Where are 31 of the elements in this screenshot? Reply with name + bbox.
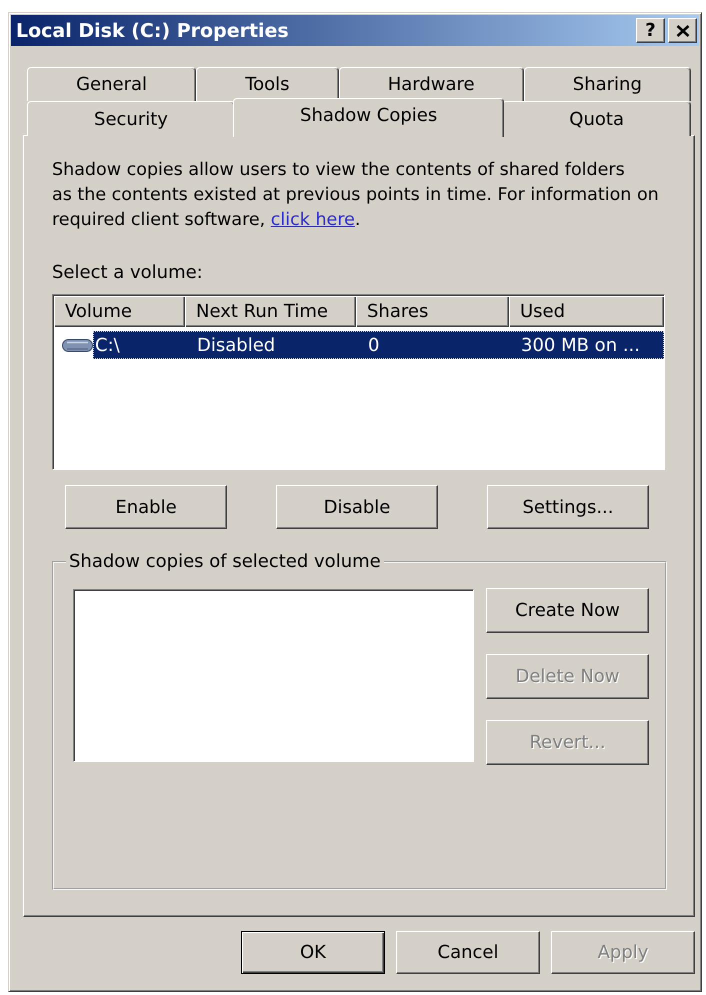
description-text: Shadow copies allow users to view the contents of shared folders as the contents existed at previous points in time. For information on required client software, click here. [52, 159, 659, 232]
group-box-label: Shadow copies of selected volume [68, 551, 382, 573]
column-header[interactable]: Volume [54, 296, 185, 327]
settings-button[interactable]: Settings... [487, 485, 649, 529]
volume-row[interactable]: C:\ Disabled 0 300 MB on ... [93, 331, 664, 359]
close-button[interactable] [668, 18, 697, 43]
ok-button[interactable]: OK [241, 931, 385, 974]
drive-icon [62, 336, 93, 354]
table-cell-text: 0 [367, 334, 380, 356]
tab[interactable]: Quota [502, 101, 692, 136]
table-cell-text: Disabled [196, 334, 276, 356]
window-title: Local Disk (C:) Properties [16, 20, 289, 42]
create-now-button[interactable]: Create Now [486, 588, 649, 633]
cancel-button[interactable]: Cancel [396, 931, 540, 974]
column-header[interactable]: Next Run Time [185, 296, 356, 327]
help-link[interactable]: click here [270, 210, 355, 230]
tab[interactable]: Shadow Copies [232, 98, 504, 137]
tab[interactable]: Security [27, 101, 235, 136]
table-cell-text: C:\ [94, 334, 121, 356]
tab[interactable]: Sharing [524, 67, 691, 101]
tab[interactable]: Hardware [338, 67, 524, 101]
disable-button[interactable]: Disable [276, 485, 438, 529]
enable-button[interactable]: Enable [65, 485, 227, 529]
volume-list-label: Select a volume: [52, 262, 203, 284]
tab[interactable]: Tools [196, 67, 339, 101]
close-icon [676, 24, 690, 36]
help-button[interactable]: ? [636, 18, 665, 43]
table-cell-text: 300 MB on ... [520, 334, 641, 356]
column-header[interactable]: Shares [356, 296, 509, 327]
column-header[interactable]: Used [509, 296, 664, 327]
tab[interactable]: General [27, 67, 196, 101]
